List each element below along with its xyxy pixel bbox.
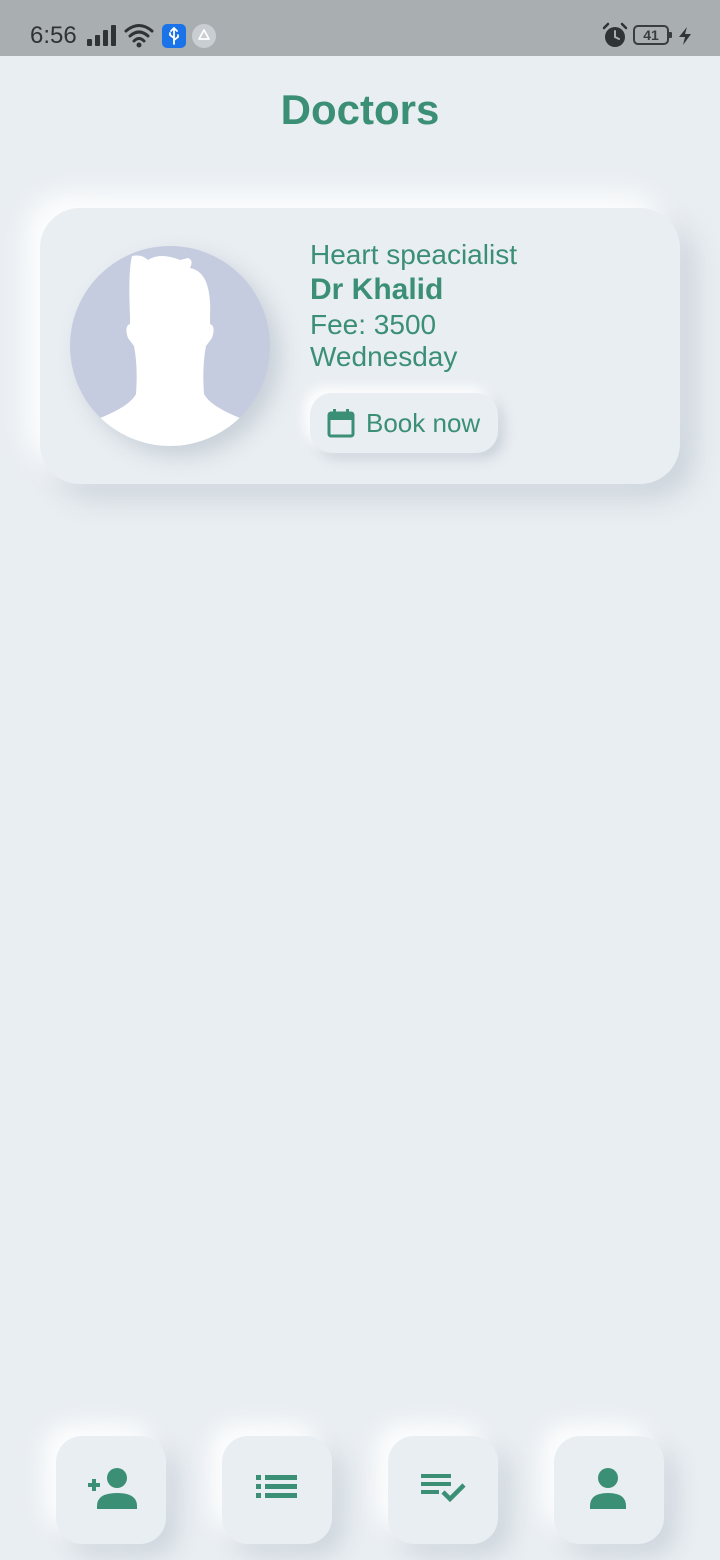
nav-list-button[interactable] <box>222 1436 332 1544</box>
checklist-icon <box>421 1474 466 1503</box>
battery-indicator: 41 <box>633 25 672 45</box>
book-now-label: Book now <box>366 408 481 438</box>
status-bar: 6:56 41 <box>0 0 720 56</box>
wifi-icon <box>124 24 154 48</box>
page-title: Doctors <box>280 86 440 133</box>
add-person-icon <box>88 1468 137 1509</box>
nav-profile-button[interactable] <box>554 1436 664 1544</box>
calendar-icon <box>327 409 355 438</box>
signal-icon <box>87 25 116 46</box>
charging-icon <box>679 27 691 45</box>
book-now-button[interactable]: Book now <box>310 393 498 453</box>
status-time: 6:56 <box>30 22 77 49</box>
doctor-specialty: Heart speacialist <box>310 239 517 270</box>
drive-icon <box>192 24 216 48</box>
person-icon <box>590 1468 626 1509</box>
person-silhouette-icon <box>70 255 270 446</box>
doctor-name: Dr Khalid <box>310 273 444 306</box>
nav-add-doctor-button[interactable] <box>56 1436 166 1544</box>
list-icon <box>256 1475 297 1498</box>
doctor-fee: Fee: 3500 <box>310 309 437 340</box>
alarm-icon <box>602 22 628 47</box>
usb-icon <box>162 24 186 48</box>
doctor-avatar <box>70 246 270 446</box>
doctor-day: Wednesday <box>310 341 458 372</box>
nav-checklist-button[interactable] <box>388 1436 498 1544</box>
